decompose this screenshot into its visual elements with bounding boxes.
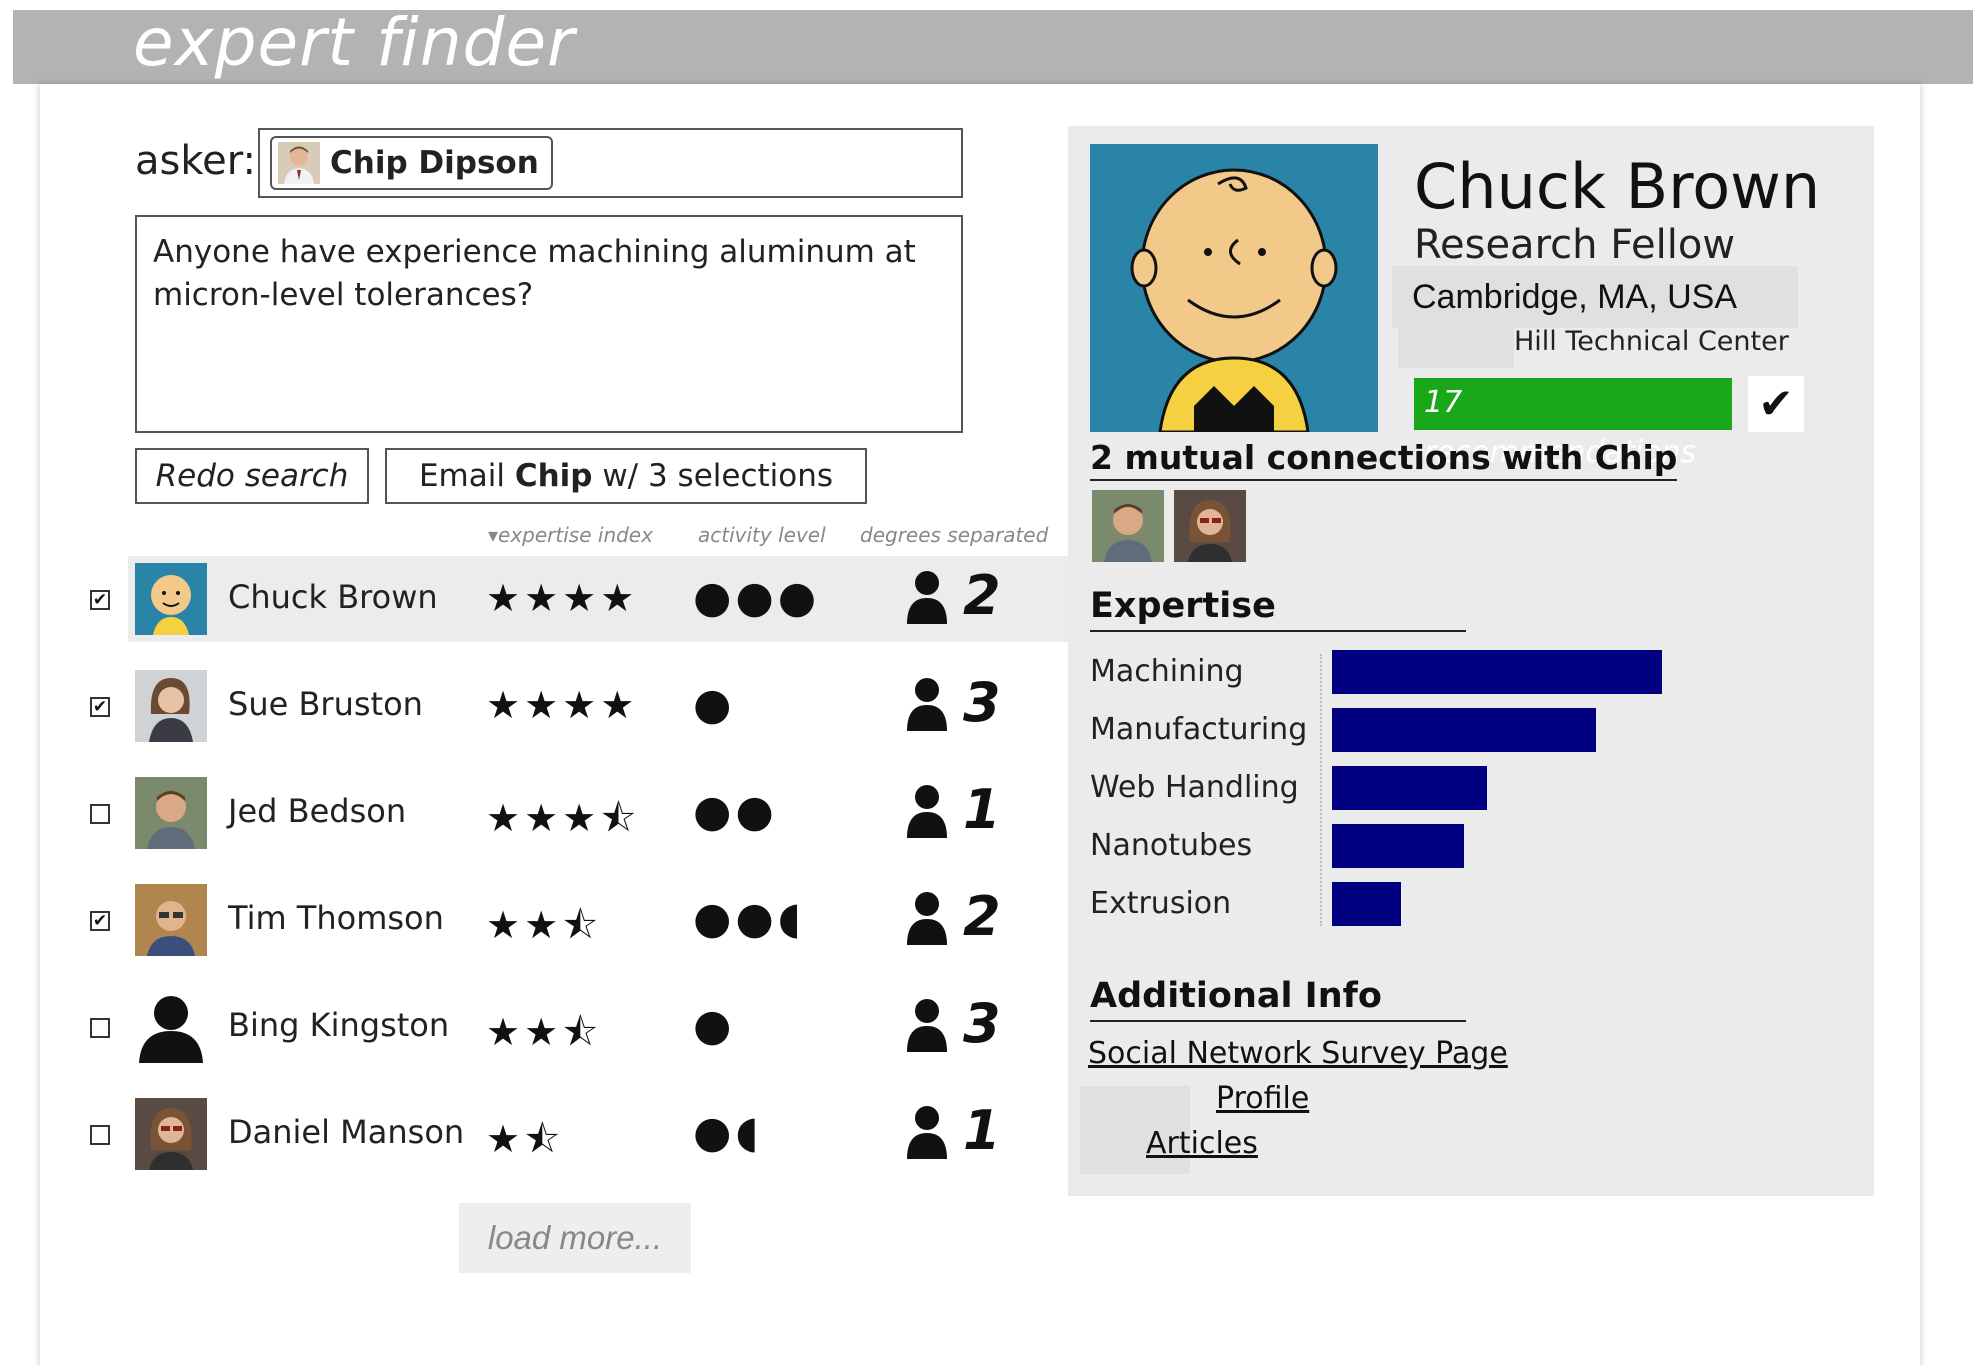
activity-dots: ●● [693,786,778,837]
skill-bar [1332,650,1662,694]
person-icon [907,892,947,945]
expertise-stars: ★★★★ [486,576,639,620]
additional-info-title: Additional Info [1090,976,1466,1022]
asker-input[interactable]: Chip Dipson [258,128,963,198]
result-name: Chuck Brown [228,578,438,616]
asker-avatar [278,142,320,184]
skill-bar [1332,766,1487,810]
asker-name: Chip Dipson [330,145,539,181]
expert-role: Research Fellow [1414,222,1736,268]
skill-label: Extrusion [1090,886,1232,921]
recommendations-badge[interactable]: 17 recommendations [1414,378,1732,470]
avatar [135,670,207,742]
expert-name: Chuck Brown [1414,150,1821,223]
app-window: expert finder asker: Chip Dipson Redo se… [0,0,1973,1366]
email-prefix: Email [418,458,515,494]
person-icon [907,678,947,731]
activity-dots: ●●● [693,572,821,623]
mutual-connections-title: 2 mutual connections with Chip [1090,438,1678,481]
expert-photo [1090,144,1378,432]
avatar [135,884,207,956]
load-more-button[interactable]: load more... [459,1203,691,1273]
check-icon[interactable]: ✔ [1748,376,1804,432]
activity-dots: ● [693,679,736,730]
skill-label: Web Handling [1090,770,1299,805]
email-selections-button[interactable]: Email Chip w/ 3 selections [385,448,867,504]
articles-link[interactable]: Articles [1146,1126,1258,1161]
activity-header[interactable]: activity level [698,523,826,547]
result-name: Daniel Manson [228,1113,465,1151]
row-checkbox[interactable]: ✔ [90,697,110,717]
skill-bar [1332,882,1401,926]
person-icon [907,1106,947,1159]
person-icon [907,571,947,624]
expertise-stars: ★★★⯪ [486,796,641,840]
row-checkbox[interactable] [90,1125,110,1145]
avatar [135,991,207,1063]
activity-dots: ● [693,1000,736,1051]
sort-expertise-header[interactable]: ▾expertise index [488,523,653,547]
result-row[interactable]: Daniel Manson ★⯪ ●◖ 1 [90,1091,1068,1177]
redacted-block [1398,328,1514,368]
result-name: Bing Kingston [228,1006,450,1044]
mutual-avatar[interactable] [1174,490,1246,562]
result-row[interactable]: Jed Bedson ★★★⯪ ●● 1 [90,770,1068,856]
row-checkbox[interactable]: ✔ [90,590,110,610]
result-row[interactable]: Bing Kingston ★★⯪ ● 3 [90,984,1068,1070]
profile-link[interactable]: Profile [1216,1081,1309,1116]
avatar [135,563,207,635]
expertise-stars: ★★★★ [486,683,639,727]
degrees-value: 2 [963,885,1001,948]
app-title: expert finder [133,4,576,81]
avatar [135,1098,207,1170]
expert-location: Cambridge, MA, USA [1392,266,1798,328]
row-checkbox[interactable] [90,804,110,824]
asker-label: asker: [135,138,256,184]
expert-center: Hill Technical Center [1514,326,1789,357]
activity-dots: ●●◖ [693,893,805,944]
expert-detail-panel: Chuck Brown Research Fellow Cambridge, M… [1068,126,1874,1196]
degrees-value: 3 [963,992,1001,1055]
skill-label: Manufacturing [1090,712,1308,747]
row-checkbox[interactable] [90,1018,110,1038]
result-name: Sue Bruston [228,685,423,723]
expertise-stars: ★★⯪ [486,903,603,947]
skill-label: Nanotubes [1090,828,1253,863]
row-checkbox[interactable]: ✔ [90,911,110,931]
degrees-value: 2 [963,564,1001,627]
degrees-header[interactable]: degrees separated [860,523,1048,547]
result-name: Tim Thomson [228,899,444,937]
asker-chip[interactable]: Chip Dipson [270,136,553,190]
avatar [135,777,207,849]
person-icon [907,999,947,1052]
skill-bar [1332,824,1464,868]
expertise-stars: ★⯪ [486,1117,565,1161]
skill-bar [1332,708,1596,752]
result-row[interactable]: ✔ Sue Bruston ★★★★ ● 3 [90,663,1068,749]
result-row[interactable]: ✔ Tim Thomson ★★⯪ ●●◖ 2 [90,877,1068,963]
email-suffix: w/ 3 selections [592,458,834,494]
survey-page-link[interactable]: Social Network Survey Page [1088,1036,1508,1071]
header-bar: expert finder [13,4,1973,84]
result-name: Jed Bedson [228,792,407,830]
skill-label: Machining [1090,654,1244,689]
question-input[interactable] [135,215,963,433]
degrees-value: 3 [963,671,1001,734]
expertise-title: Expertise [1090,586,1466,632]
redo-search-button[interactable]: Redo search [135,448,369,504]
activity-dots: ●◖ [693,1107,763,1158]
skill-axis [1320,654,1322,926]
person-icon [907,785,947,838]
degrees-value: 1 [963,1099,1001,1162]
mutual-avatar[interactable] [1092,490,1164,562]
result-row[interactable]: ✔ Chuck Brown ★★★★ ●●● 2 [90,556,1068,642]
expertise-stars: ★★⯪ [486,1010,603,1054]
email-name: Chip [514,458,593,494]
degrees-value: 1 [963,778,1001,841]
